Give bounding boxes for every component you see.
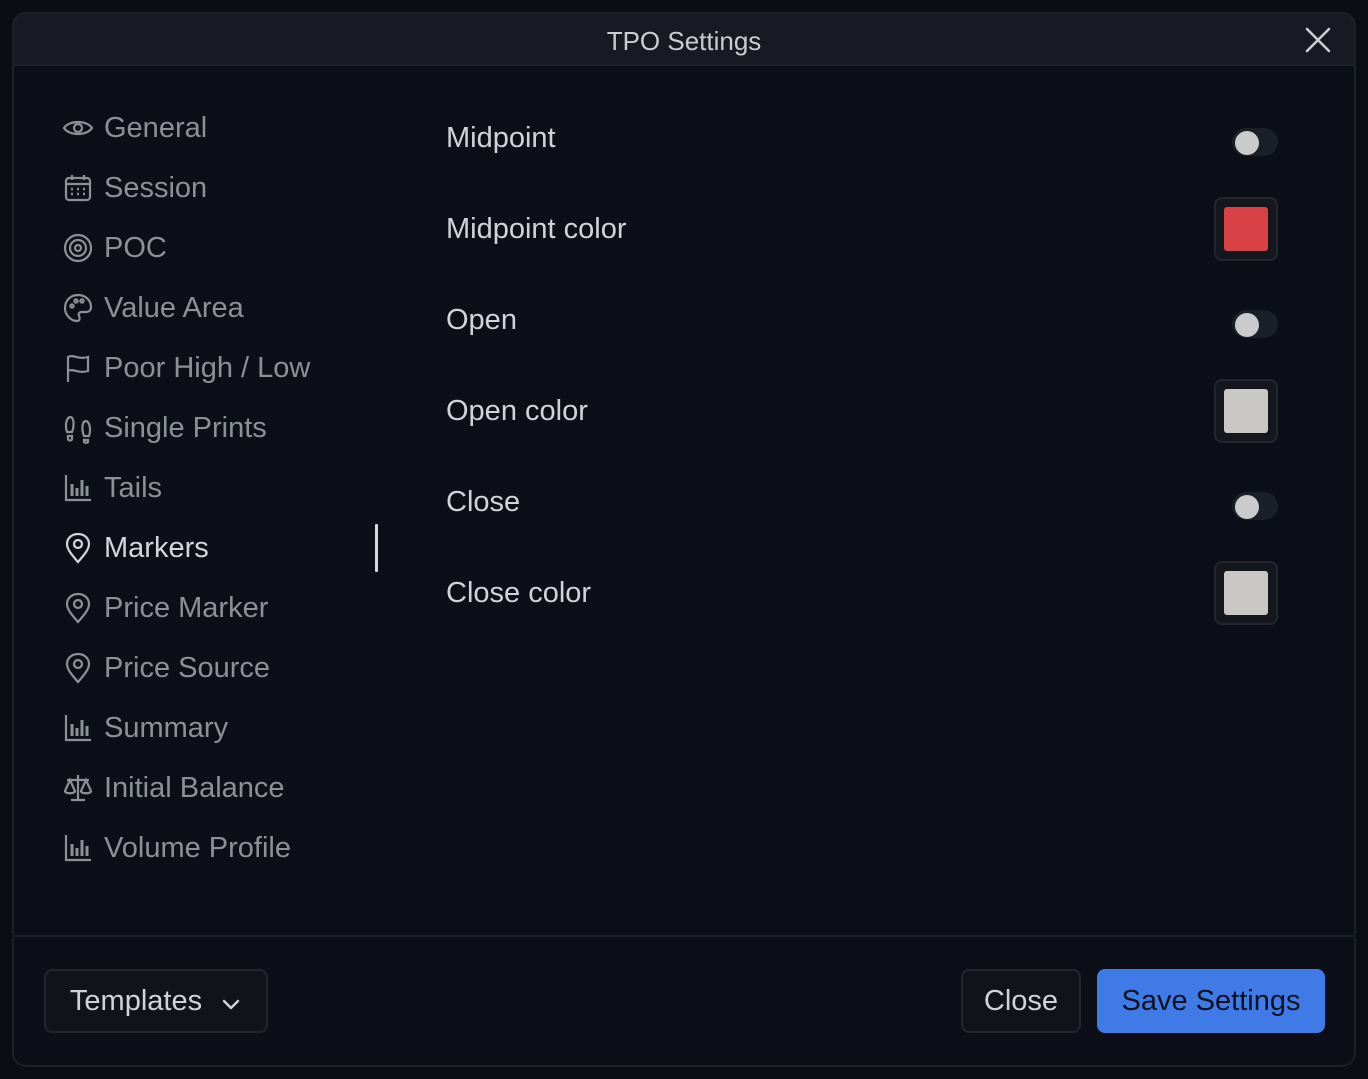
sidebar-item-label: Initial Balance <box>104 771 285 804</box>
sidebar-item-general[interactable]: General <box>60 98 390 158</box>
sidebar-item-label: Value Area <box>104 291 244 324</box>
footprints-icon <box>62 412 94 444</box>
close-button[interactable]: Close <box>961 969 1081 1033</box>
sidebar-item-value-area[interactable]: Value Area <box>60 278 390 338</box>
sidebar-item-volume-profile[interactable]: Volume Profile <box>60 818 390 878</box>
close-label: Close <box>446 486 521 518</box>
sidebar-item-label: Price Source <box>104 651 271 684</box>
toggle-knob <box>1235 313 1259 337</box>
sidebar-item-label: Markers <box>104 531 209 564</box>
save-settings-button[interactable]: Save Settings <box>1097 969 1325 1033</box>
midpoint-toggle[interactable] <box>1232 128 1278 156</box>
midpoint-color-label: Midpoint color <box>446 213 627 245</box>
sidebar-item-label: Price Marker <box>104 591 269 624</box>
dialog-titlebar: TPO Settings <box>14 14 1354 66</box>
sidebar-item-label: Session <box>104 171 208 204</box>
sidebar-item-summary[interactable]: Summary <box>60 698 390 758</box>
sidebar-item-poc[interactable]: POC <box>60 218 390 278</box>
sidebar-item-price-source[interactable]: Price Source <box>60 638 390 698</box>
close-color-swatch[interactable] <box>1214 561 1278 625</box>
setting-row-open-color: Open color <box>446 367 1278 458</box>
close-color-fill <box>1224 571 1268 615</box>
sidebar-nav: General Session POC Value Area Poor High… <box>60 98 390 878</box>
dialog-title: TPO Settings <box>606 26 762 56</box>
sidebar-item-session[interactable]: Session <box>60 158 390 218</box>
settings-panel: Midpoint Midpoint color Open Open color … <box>446 94 1278 640</box>
setting-row-open: Open <box>446 276 1278 367</box>
bar-chart-icon <box>62 832 94 864</box>
setting-row-midpoint: Midpoint <box>446 94 1278 185</box>
map-pin-icon <box>62 592 94 624</box>
toggle-knob <box>1235 131 1259 155</box>
close-color-label: Close color <box>446 577 592 609</box>
sidebar-item-single-prints[interactable]: Single Prints <box>60 398 390 458</box>
close-toggle[interactable] <box>1232 492 1278 520</box>
templates-label: Templates <box>69 984 203 1017</box>
bar-chart-icon <box>62 712 94 744</box>
midpoint-color-swatch[interactable] <box>1214 197 1278 261</box>
sidebar-item-label: POC <box>104 231 167 264</box>
map-pin-icon <box>62 532 94 564</box>
open-color-fill <box>1224 389 1268 433</box>
open-color-swatch[interactable] <box>1214 379 1278 443</box>
open-label: Open <box>446 304 517 336</box>
sidebar-item-price-marker[interactable]: Price Marker <box>60 578 390 638</box>
toggle-knob <box>1235 495 1259 519</box>
tpo-settings-dialog: TPO Settings General Session POC Value A… <box>12 12 1356 1067</box>
sidebar-item-initial-balance[interactable]: Initial Balance <box>60 758 390 818</box>
sidebar-item-poor-high-low[interactable]: Poor High / Low <box>60 338 390 398</box>
sidebar-item-markers[interactable]: Markers <box>60 518 390 578</box>
midpoint-label: Midpoint <box>446 122 556 154</box>
setting-row-midpoint-color: Midpoint color <box>446 185 1278 276</box>
target-icon <box>62 232 94 264</box>
sidebar-item-label: Volume Profile <box>104 831 291 864</box>
active-indicator <box>375 524 378 572</box>
sidebar-item-label: Single Prints <box>104 411 267 444</box>
sidebar-item-tails[interactable]: Tails <box>60 458 390 518</box>
templates-dropdown[interactable]: Templates <box>44 969 268 1033</box>
sidebar-item-label: Summary <box>104 711 229 744</box>
sidebar-item-label: General <box>104 111 208 144</box>
setting-row-close-color: Close color <box>446 549 1278 640</box>
dialog-footer: Templates Close Save Settings <box>14 935 1354 1065</box>
eye-icon <box>62 112 94 144</box>
map-pin-icon <box>62 652 94 684</box>
open-color-label: Open color <box>446 395 588 427</box>
flag-icon <box>62 352 94 384</box>
scale-icon <box>62 772 94 804</box>
midpoint-color-fill <box>1224 207 1268 251</box>
calendar-icon <box>62 172 94 204</box>
sidebar-item-label: Poor High / Low <box>104 351 311 384</box>
chevron-down-icon <box>220 990 242 1012</box>
close-icon[interactable] <box>1304 26 1332 54</box>
bar-chart-icon <box>62 472 94 504</box>
palette-icon <box>62 292 94 324</box>
sidebar-item-label: Tails <box>104 471 163 504</box>
setting-row-close: Close <box>446 458 1278 549</box>
open-toggle[interactable] <box>1232 310 1278 338</box>
